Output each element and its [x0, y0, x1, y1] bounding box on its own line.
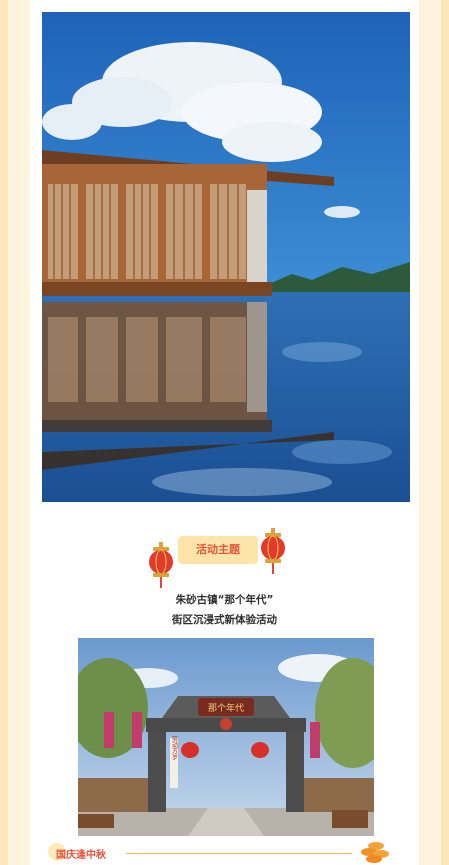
- red-lantern-icon: [149, 542, 173, 588]
- article-content: 活动主题 朱砂古镇“那个年代” 街区沉浸式新体验活动 那个年代 劳动万岁 国庆逢…: [30, 0, 419, 865]
- street-gate-photo[interactable]: 那个年代 劳动万岁: [78, 638, 374, 836]
- subtitle-line-1: 朱砂古镇“那个年代”: [175, 594, 274, 606]
- page-frame: 活动主题 朱砂古镇“那个年代” 街区沉浸式新体验活动 那个年代 劳动万岁 国庆逢…: [0, 0, 449, 865]
- gold-coins-icon: [361, 842, 389, 863]
- theme-header: 活动主题: [30, 528, 419, 588]
- section-footer: 国庆逢中秋: [30, 838, 419, 865]
- footer-title: 国庆逢中秋: [56, 850, 106, 861]
- gate-pillar-text: 劳动万岁: [171, 735, 178, 761]
- red-lantern-icon: [261, 528, 285, 574]
- theme-badge: 活动主题: [178, 536, 258, 564]
- right-border: [419, 0, 441, 865]
- pavilion-photo[interactable]: [42, 12, 410, 502]
- gate-sign-text: 那个年代: [208, 702, 244, 714]
- subtitle-line-2: 街区沉浸式新体验活动: [172, 614, 277, 626]
- left-border: [8, 0, 30, 865]
- divider: [126, 853, 352, 854]
